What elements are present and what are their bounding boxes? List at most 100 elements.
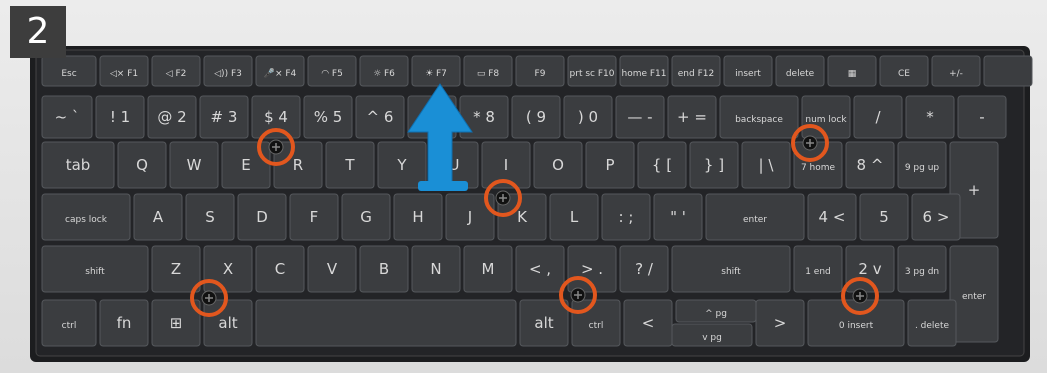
key-label-d: D bbox=[256, 208, 268, 226]
key-label-g: G bbox=[360, 208, 372, 226]
key-label-f9: F9 bbox=[535, 69, 546, 79]
key-label-asterisk: * bbox=[926, 108, 934, 126]
key-calc: ▦ bbox=[827, 55, 877, 87]
key-label-f5: ◠ F5 bbox=[321, 69, 343, 79]
key-label-fn: fn bbox=[117, 314, 132, 332]
key-power bbox=[983, 55, 1033, 87]
key-space bbox=[255, 299, 517, 347]
key-label-delete: delete bbox=[786, 69, 815, 79]
key-label-3: # 3 bbox=[211, 108, 238, 126]
key-asterisk: * bbox=[905, 95, 955, 139]
key-label-right: > bbox=[774, 314, 787, 332]
key-label-numenter: enter bbox=[962, 292, 986, 302]
key-label-6: ^ 6 bbox=[367, 108, 394, 126]
key-q: Q bbox=[117, 141, 167, 189]
key-slash: / bbox=[853, 95, 903, 139]
key-x: X bbox=[203, 245, 253, 293]
key-a: A bbox=[133, 193, 183, 241]
key-comma: < , bbox=[515, 245, 565, 293]
key-ctrl: ctrl bbox=[41, 299, 97, 347]
key-c: C bbox=[255, 245, 305, 293]
key-label-h: H bbox=[412, 208, 423, 226]
step-number: 2 bbox=[10, 6, 66, 58]
key-label-s: S bbox=[205, 208, 215, 226]
key-num8: 8 ^ bbox=[845, 141, 895, 189]
key-numenter: enter bbox=[949, 245, 999, 343]
key-label-plusminus: +/- bbox=[949, 69, 963, 79]
key-y: Y bbox=[377, 141, 427, 189]
key-label-1: ! 1 bbox=[110, 108, 130, 126]
key-e: E bbox=[221, 141, 271, 189]
key-label-numdel: . delete bbox=[915, 321, 950, 331]
key-m: M bbox=[463, 245, 513, 293]
key-f12: end F12 bbox=[671, 55, 721, 87]
key-label-esc: Esc bbox=[61, 69, 76, 79]
key-label-f10: prt sc F10 bbox=[570, 69, 615, 79]
key-numlock: num lock bbox=[801, 95, 851, 139]
key-label-numminus: - bbox=[979, 108, 984, 126]
key-f2: ◁ F2 bbox=[151, 55, 201, 87]
key-label-enter: enter bbox=[743, 215, 767, 225]
key-label-n: N bbox=[430, 260, 441, 278]
key-2: @ 2 bbox=[147, 95, 197, 139]
key-label-insert: insert bbox=[735, 69, 761, 79]
key-label-downpg: v pg bbox=[702, 333, 722, 343]
key-enter: enter bbox=[705, 193, 805, 241]
key-num0: 0 insert bbox=[807, 299, 905, 347]
key-label-numlock: num lock bbox=[805, 115, 847, 125]
key-left: < bbox=[623, 299, 673, 347]
key-label-f3: ◁)) F3 bbox=[214, 69, 242, 79]
key-label-capslock: caps lock bbox=[65, 215, 108, 225]
key-label-lbrace: { [ bbox=[652, 156, 672, 174]
key-f4: 🎤× F4 bbox=[255, 55, 305, 87]
key-label-2: @ 2 bbox=[157, 108, 186, 126]
key-3: # 3 bbox=[199, 95, 249, 139]
key-equals: + = bbox=[667, 95, 717, 139]
key-alt: alt bbox=[203, 299, 253, 347]
key-b: B bbox=[359, 245, 409, 293]
key-f: F bbox=[289, 193, 339, 241]
key-label-f2: ◁ F2 bbox=[166, 69, 187, 79]
key-label-0: ) 0 bbox=[578, 108, 598, 126]
key-rshift: shift bbox=[671, 245, 791, 293]
key-num6: 6 > bbox=[911, 193, 961, 241]
key-quote: " ' bbox=[653, 193, 703, 241]
key-backslash: | \ bbox=[741, 141, 791, 189]
key-label-m: M bbox=[482, 260, 495, 278]
key-backspace: backspace bbox=[719, 95, 799, 139]
key-label-ce: CE bbox=[898, 69, 910, 79]
key-f1: ◁× F1 bbox=[99, 55, 149, 87]
key-label-5: % 5 bbox=[314, 108, 343, 126]
key-numminus: - bbox=[957, 95, 1007, 139]
key-label-i: I bbox=[504, 156, 508, 174]
key-label-backslash: | \ bbox=[759, 156, 775, 174]
key-num5: 5 bbox=[859, 193, 909, 241]
key-f6: ☼ F6 bbox=[359, 55, 409, 87]
key-label-tilde: ~ ` bbox=[55, 108, 80, 126]
key-label-quote: " ' bbox=[670, 208, 686, 226]
key-0: ) 0 bbox=[563, 95, 613, 139]
key-label-v: V bbox=[327, 260, 338, 278]
key-h: H bbox=[393, 193, 443, 241]
key-label-calc: ▦ bbox=[848, 69, 857, 79]
key-f10: prt sc F10 bbox=[567, 55, 617, 87]
key-z: Z bbox=[151, 245, 201, 293]
key-v: V bbox=[307, 245, 357, 293]
key-esc: Esc bbox=[41, 55, 97, 87]
key-w: W bbox=[169, 141, 219, 189]
key-label-num8: 8 ^ bbox=[857, 156, 884, 174]
key-label-p: P bbox=[605, 156, 614, 174]
key-g: G bbox=[341, 193, 391, 241]
key-o: O bbox=[533, 141, 583, 189]
key-tab: tab bbox=[41, 141, 115, 189]
key-label-num5: 5 bbox=[879, 208, 889, 226]
key-label-f12: end F12 bbox=[678, 69, 714, 79]
key-label-t: T bbox=[344, 156, 355, 174]
key-5: % 5 bbox=[303, 95, 353, 139]
key-semicolon: : ; bbox=[601, 193, 651, 241]
key-rctrl: ctrl bbox=[571, 299, 621, 347]
key-label-9: ( 9 bbox=[526, 108, 546, 126]
key-label-rctrl: ctrl bbox=[589, 321, 604, 331]
key-num9: 9 pg up bbox=[897, 141, 947, 189]
key-label-num6: 6 > bbox=[923, 208, 950, 226]
